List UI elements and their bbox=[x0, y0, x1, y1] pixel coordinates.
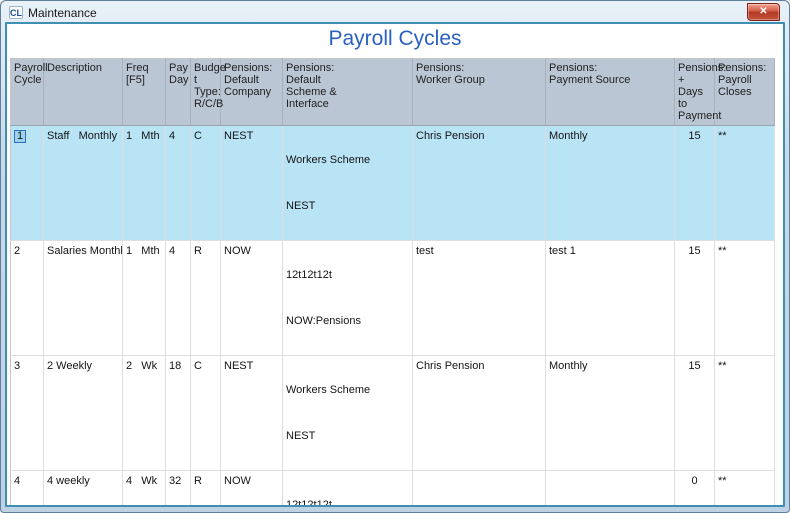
cell-worker-group: Chris Pension bbox=[412, 355, 546, 471]
cell-cycle: 2 bbox=[10, 240, 44, 356]
cell-days: 15 bbox=[674, 240, 715, 356]
cell-scheme: 12t12t12t NOW:Pensions bbox=[282, 470, 413, 505]
cell-description: Staff Monthly bbox=[43, 125, 123, 241]
cell-scheme: Workers Scheme NEST bbox=[282, 355, 413, 471]
table-header: Payroll Cycle Description Freq [F5] Pay … bbox=[10, 58, 775, 126]
selected-cell-marker: 1 bbox=[14, 130, 27, 143]
table-row[interactable]: 3 2 Weekly 2 Wk 18 C NEST Workers Scheme… bbox=[10, 355, 775, 471]
cell-closes: ** bbox=[714, 470, 775, 505]
cell-freq: 1 Mth bbox=[122, 125, 166, 241]
cell-company: NEST bbox=[220, 125, 283, 241]
close-icon[interactable]: ✕ bbox=[747, 3, 780, 21]
col-header-pensions-days-to-payment: Pensions: + Days to Payment bbox=[674, 58, 726, 126]
table-row[interactable]: 4 4 weekly 4 Wk 32 R NOW 12t12t12t NOW:P… bbox=[10, 470, 775, 505]
dialog-client-area: Payroll Cycles Payroll Cycle Description… bbox=[5, 22, 785, 507]
cell-freq: 1 Mth bbox=[122, 240, 166, 356]
col-header-budget-type: Budge t Type: R/C/B bbox=[190, 58, 226, 126]
cell-description: Salaries Monthly bbox=[43, 240, 123, 356]
cell-worker-group: test bbox=[412, 240, 546, 356]
cell-pay-day: 18 bbox=[165, 355, 191, 471]
cell-payment-source: test 1 bbox=[545, 240, 675, 356]
cell-payment-source: Monthly bbox=[545, 125, 675, 241]
cell-payment-source bbox=[545, 470, 675, 505]
col-header-pensions-worker-group: Pensions: Worker Group bbox=[412, 58, 546, 126]
cell-worker-group bbox=[412, 470, 546, 505]
maintenance-window: CL Maintenance ✕ Payroll Cycles Payroll … bbox=[0, 0, 790, 513]
cell-budget: R bbox=[190, 470, 221, 505]
cell-scheme: Workers Scheme NEST bbox=[282, 125, 413, 241]
cell-cycle: 4 bbox=[10, 470, 44, 505]
cell-worker-group: Chris Pension bbox=[412, 125, 546, 241]
col-header-freq: Freq [F5] bbox=[122, 58, 166, 126]
cell-description: 4 weekly bbox=[43, 470, 123, 505]
window-title: Maintenance bbox=[28, 5, 97, 20]
col-header-pay-day: Pay Day bbox=[165, 58, 191, 126]
title-bar[interactable]: CL Maintenance ✕ bbox=[5, 1, 785, 22]
cell-scheme: 12t12t12t NOW:Pensions bbox=[282, 240, 413, 356]
cell-cycle: 1 bbox=[10, 125, 44, 241]
table-row[interactable]: 1 Staff Monthly 1 Mth 4 C NEST Workers S… bbox=[10, 125, 775, 241]
cell-pay-day: 4 bbox=[165, 125, 191, 241]
col-header-description: Description bbox=[43, 58, 123, 126]
cell-closes: ** bbox=[714, 125, 775, 241]
table-row[interactable]: 2 Salaries Monthly 1 Mth 4 R NOW 12t12t1… bbox=[10, 240, 775, 356]
cell-budget: C bbox=[190, 125, 221, 241]
col-header-pensions-payroll-closes: Pensions: Payroll Closes bbox=[714, 58, 775, 126]
cell-company: NOW bbox=[220, 240, 283, 356]
payroll-cycles-table: Payroll Cycle Description Freq [F5] Pay … bbox=[10, 58, 775, 505]
cell-days: 15 bbox=[674, 125, 715, 241]
cell-payment-source: Monthly bbox=[545, 355, 675, 471]
page-title: Payroll Cycles bbox=[328, 27, 462, 50]
cell-closes: ** bbox=[714, 240, 775, 356]
cell-freq: 2 Wk bbox=[122, 355, 166, 471]
col-header-pensions-default-company: Pensions: Default Company bbox=[220, 58, 283, 126]
cell-cycle: 3 bbox=[10, 355, 44, 471]
cell-pay-day: 32 bbox=[165, 470, 191, 505]
cell-pay-day: 4 bbox=[165, 240, 191, 356]
cell-closes: ** bbox=[714, 355, 775, 471]
cell-days: 0 bbox=[674, 470, 715, 505]
cell-budget: C bbox=[190, 355, 221, 471]
col-header-payroll-cycle: Payroll Cycle bbox=[10, 58, 48, 126]
col-header-pensions-default-scheme: Pensions: Default Scheme & Interface bbox=[282, 58, 413, 126]
cell-description: 2 Weekly bbox=[43, 355, 123, 471]
cell-budget: R bbox=[190, 240, 221, 356]
app-logo-icon: CL bbox=[9, 6, 23, 19]
col-header-pensions-payment-source: Pensions: Payment Source bbox=[545, 58, 675, 126]
cell-company: NEST bbox=[220, 355, 283, 471]
cell-freq: 4 Wk bbox=[122, 470, 166, 505]
cell-days: 15 bbox=[674, 355, 715, 471]
cell-company: NOW bbox=[220, 470, 283, 505]
